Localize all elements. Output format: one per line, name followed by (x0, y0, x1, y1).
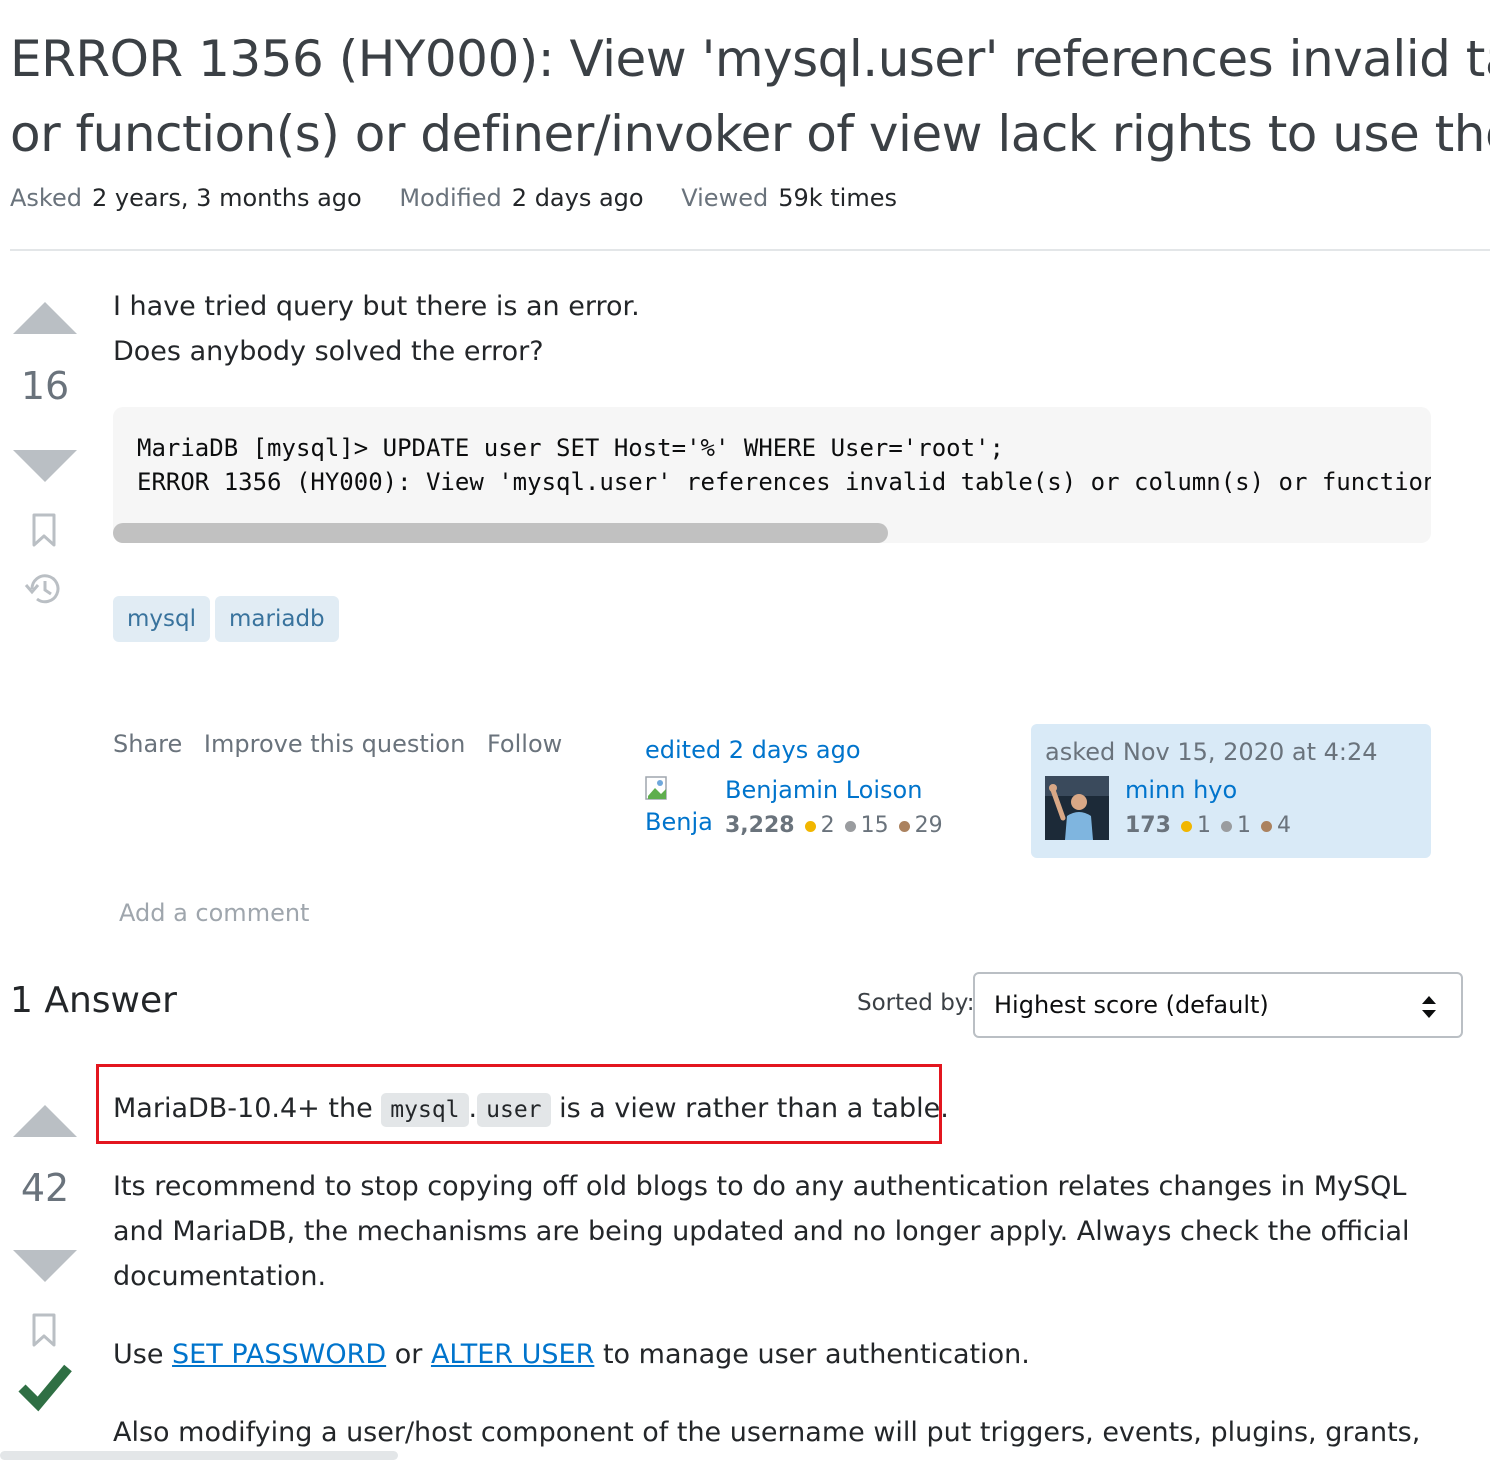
editor-name-link[interactable]: Benjamin Loison (725, 776, 922, 804)
question-post-menu: Share Improve this question Follow (113, 730, 576, 758)
answer-paragraph-2: Its recommend to stop copying off old bl… (113, 1164, 1410, 1299)
answer-first-line: MariaDB-10.4+ the mysql. user is a view r… (113, 1086, 949, 1133)
modified-value[interactable]: 2 days ago (512, 184, 644, 212)
set-password-link[interactable]: SET PASSWORD (172, 1339, 386, 1370)
asker-silver-count: 1 (1236, 813, 1251, 838)
question-body: I have tried query but there is an error… (113, 284, 640, 374)
question-body-line-2: Does anybody solved the error? (113, 336, 544, 367)
answer-use-tail: to manage user authentication. (602, 1339, 1030, 1370)
sort-select[interactable]: Highest score (default) (973, 972, 1463, 1038)
answer-line1-post: is a view rather than a table. (559, 1093, 949, 1124)
gold-badge-icon (1180, 820, 1192, 832)
editor-silver-count: 15 (860, 813, 889, 838)
inline-code-user: user (477, 1093, 551, 1127)
code-line-1: MariaDB [mysql]> UPDATE user SET Host='%… (137, 434, 1004, 462)
question-downvote-button[interactable] (13, 450, 77, 482)
share-link[interactable]: Share (113, 730, 182, 758)
follow-link[interactable]: Follow (487, 730, 562, 758)
answer-paragraph-3: Use SET PASSWORD or ALTER USER to manage… (113, 1332, 1030, 1377)
question-upvote-button[interactable] (13, 302, 77, 334)
question-title[interactable]: ERROR 1356 (HY000): View 'mysql.user' re… (10, 22, 1490, 172)
bronze-badge-icon (1260, 820, 1272, 832)
bookmark-icon[interactable] (30, 512, 58, 548)
tag-mysql[interactable]: mysql (113, 596, 210, 642)
editor-bronze-count: 29 (914, 813, 943, 838)
asker-gold-count: 1 (1196, 813, 1211, 838)
code-scrollbar-thumb[interactable] (113, 523, 888, 543)
tag-mariadb[interactable]: mariadb (215, 596, 339, 642)
silver-badge-icon (844, 820, 856, 832)
asked-value: 2 years, 3 months ago (91, 184, 362, 212)
asker-name-link[interactable]: minn hyo (1125, 776, 1237, 804)
silver-badge-icon (1220, 820, 1232, 832)
sort-select-value: Highest score (default) (994, 991, 1269, 1019)
question-body-line-1: I have tried query but there is an error… (113, 291, 640, 322)
add-comment-link[interactable]: Add a comment (119, 899, 309, 927)
question-title-line-1[interactable]: ERROR 1356 (HY000): View 'mysql.user' re… (10, 22, 1490, 97)
viewed-value: 59k times (778, 184, 897, 212)
inline-code-mysql: mysql (381, 1093, 469, 1127)
answer-line1-pre: MariaDB-10.4+ the (113, 1093, 373, 1124)
answer-para2-line1: Its recommend to stop copying off old bl… (113, 1171, 1407, 1202)
editor-rep: 3,228 (725, 813, 795, 838)
editor-user-card: edited 2 days ago Benja Benjamin Loison … (645, 736, 1005, 856)
answer-dot: . (468, 1093, 478, 1124)
question-title-line-2[interactable]: or function(s) or definer/invoker of vie… (10, 97, 1490, 172)
accepted-checkmark-icon (18, 1364, 72, 1412)
page-horizontal-scrollbar[interactable] (0, 1451, 398, 1460)
answer-downvote-button[interactable] (13, 1250, 77, 1282)
editor-reputation: 3,228 2 15 29 (725, 813, 943, 838)
header-divider (10, 249, 1490, 251)
bronze-badge-icon (898, 820, 910, 832)
improve-question-link[interactable]: Improve this question (204, 730, 465, 758)
answer-para2-line2: and MariaDB, the mechanisms are being up… (113, 1216, 1410, 1247)
answers-count-header: 1 Answer (10, 980, 177, 1021)
sorted-by-label: Sorted by: (857, 990, 975, 1016)
bookmark-icon[interactable] (30, 1312, 58, 1348)
answer-use-text: Use (113, 1339, 164, 1370)
asker-avatar[interactable] (1045, 776, 1109, 840)
question-vote-count: 16 (20, 364, 70, 408)
editor-gold-count: 2 (820, 813, 835, 838)
select-arrows-icon (1422, 996, 1436, 1018)
editor-avatar-alt[interactable]: Benja (645, 808, 713, 836)
history-icon[interactable] (24, 570, 64, 608)
asker-bronze-count: 4 (1276, 813, 1291, 838)
modified-label: Modified (399, 184, 502, 212)
answer-vote-count: 42 (20, 1166, 70, 1210)
gold-badge-icon (804, 820, 816, 832)
asker-user-card: asked Nov 15, 2020 at 4:24 minn hyo 173 1… (1031, 724, 1431, 858)
asker-reputation: 173 1 1 4 (1125, 813, 1291, 838)
asked-time[interactable]: asked Nov 15, 2020 at 4:24 (1045, 738, 1378, 766)
answer-or-text: or (394, 1339, 423, 1370)
question-meta: Asked 2 years, 3 months ago Modified 2 day… (10, 184, 927, 212)
alter-user-link[interactable]: ALTER USER (431, 1339, 594, 1370)
viewed-label: Viewed (681, 184, 769, 212)
asked-label: Asked (10, 184, 82, 212)
code-line-2: ERROR 1356 (HY000): View 'mysql.user' re… (137, 468, 1431, 496)
answer-para2-line3: documentation. (113, 1261, 327, 1292)
answer-paragraph-4: Also modifying a user/host component of … (113, 1417, 1421, 1448)
edited-time-link[interactable]: edited 2 days ago (645, 736, 861, 764)
broken-image-icon (645, 776, 667, 800)
asker-rep: 173 (1125, 813, 1171, 838)
answer-upvote-button[interactable] (13, 1105, 77, 1137)
